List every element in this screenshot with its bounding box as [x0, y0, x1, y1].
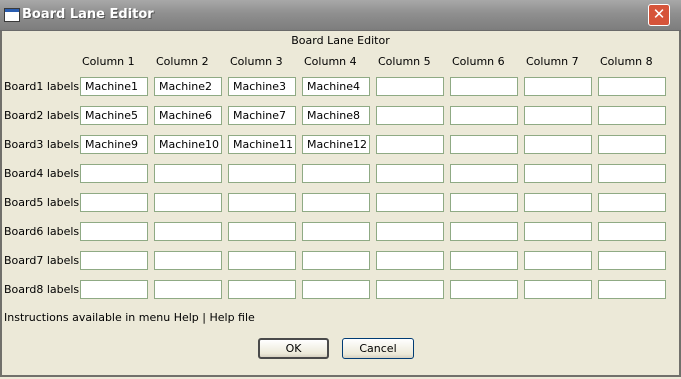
- board7-column3-field[interactable]: [228, 251, 296, 270]
- window-icon: [4, 8, 20, 22]
- row-label-board1: Board1 labels:: [4, 80, 83, 93]
- board1-column1-field[interactable]: Machine1: [80, 77, 148, 96]
- close-button[interactable]: ✕: [648, 4, 670, 26]
- board5-column1-field[interactable]: [80, 193, 148, 212]
- board8-column8-field[interactable]: [598, 280, 666, 299]
- board5-column4-field[interactable]: [302, 193, 370, 212]
- column-header-3: Column 3: [230, 55, 283, 68]
- board6-column7-field[interactable]: [524, 222, 592, 241]
- column-header-1: Column 1: [82, 55, 135, 68]
- board5-column2-field[interactable]: [154, 193, 222, 212]
- board6-column5-field[interactable]: [376, 222, 444, 241]
- row-label-board4: Board4 labels:: [4, 167, 83, 180]
- board4-column3-field[interactable]: [228, 164, 296, 183]
- ok-button[interactable]: OK: [258, 338, 329, 359]
- board4-column7-field[interactable]: [524, 164, 592, 183]
- board8-column3-field[interactable]: [228, 280, 296, 299]
- row-label-board2: Board2 labels:: [4, 109, 83, 122]
- board6-column2-field[interactable]: [154, 222, 222, 241]
- board1-column6-field[interactable]: [450, 77, 518, 96]
- board1-column3-field[interactable]: Machine3: [228, 77, 296, 96]
- board7-column6-field[interactable]: [450, 251, 518, 270]
- board3-column6-field[interactable]: [450, 135, 518, 154]
- board3-column5-field[interactable]: [376, 135, 444, 154]
- board2-column7-field[interactable]: [524, 106, 592, 125]
- board3-column1-field[interactable]: Machine9: [80, 135, 148, 154]
- board6-column6-field[interactable]: [450, 222, 518, 241]
- board7-column7-field[interactable]: [524, 251, 592, 270]
- board6-column4-field[interactable]: [302, 222, 370, 241]
- board5-column6-field[interactable]: [450, 193, 518, 212]
- board2-column6-field[interactable]: [450, 106, 518, 125]
- board3-column8-field[interactable]: [598, 135, 666, 154]
- board5-column5-field[interactable]: [376, 193, 444, 212]
- board7-column1-field[interactable]: [80, 251, 148, 270]
- board4-column8-field[interactable]: [598, 164, 666, 183]
- dialog-heading: Board Lane Editor: [291, 34, 390, 47]
- board8-column2-field[interactable]: [154, 280, 222, 299]
- board5-column7-field[interactable]: [524, 193, 592, 212]
- board8-column7-field[interactable]: [524, 280, 592, 299]
- row-label-board7: Board7 labels:: [4, 254, 83, 267]
- board1-column2-field[interactable]: Machine2: [154, 77, 222, 96]
- board3-column7-field[interactable]: [524, 135, 592, 154]
- column-header-7: Column 7: [526, 55, 579, 68]
- board2-column3-field[interactable]: Machine7: [228, 106, 296, 125]
- cancel-button[interactable]: Cancel: [342, 338, 414, 359]
- column-header-8: Column 8: [600, 55, 653, 68]
- row-label-board5: Board5 labels:: [4, 196, 83, 209]
- board1-column8-field[interactable]: [598, 77, 666, 96]
- board3-column4-field[interactable]: Machine12: [302, 135, 370, 154]
- board6-column1-field[interactable]: [80, 222, 148, 241]
- board4-column4-field[interactable]: [302, 164, 370, 183]
- board8-column4-field[interactable]: [302, 280, 370, 299]
- board3-column2-field[interactable]: Machine10: [154, 135, 222, 154]
- board3-column3-field[interactable]: Machine11: [228, 135, 296, 154]
- board4-column5-field[interactable]: [376, 164, 444, 183]
- column-header-4: Column 4: [304, 55, 357, 68]
- board7-column5-field[interactable]: [376, 251, 444, 270]
- instructions-text: Instructions available in menu Help | He…: [4, 311, 255, 324]
- board5-column8-field[interactable]: [598, 193, 666, 212]
- board8-column1-field[interactable]: [80, 280, 148, 299]
- board4-column6-field[interactable]: [450, 164, 518, 183]
- board6-column3-field[interactable]: [228, 222, 296, 241]
- board2-column1-field[interactable]: Machine5: [80, 106, 148, 125]
- board2-column5-field[interactable]: [376, 106, 444, 125]
- board7-column2-field[interactable]: [154, 251, 222, 270]
- window-title: Board Lane Editor: [22, 7, 154, 22]
- board1-column7-field[interactable]: [524, 77, 592, 96]
- board7-column8-field[interactable]: [598, 251, 666, 270]
- row-label-board8: Board8 labels:: [4, 283, 83, 296]
- board5-column3-field[interactable]: [228, 193, 296, 212]
- title-bar[interactable]: Board Lane Editor ✕: [0, 0, 681, 31]
- board2-column4-field[interactable]: Machine8: [302, 106, 370, 125]
- board4-column1-field[interactable]: [80, 164, 148, 183]
- board2-column8-field[interactable]: [598, 106, 666, 125]
- board8-column6-field[interactable]: [450, 280, 518, 299]
- column-header-6: Column 6: [452, 55, 505, 68]
- board1-column5-field[interactable]: [376, 77, 444, 96]
- board7-column4-field[interactable]: [302, 251, 370, 270]
- board8-column5-field[interactable]: [376, 280, 444, 299]
- board4-column2-field[interactable]: [154, 164, 222, 183]
- column-header-5: Column 5: [378, 55, 431, 68]
- board6-column8-field[interactable]: [598, 222, 666, 241]
- board1-column4-field[interactable]: Machine4: [302, 77, 370, 96]
- row-label-board6: Board6 labels:: [4, 225, 83, 238]
- column-header-2: Column 2: [156, 55, 209, 68]
- row-label-board3: Board3 labels:: [4, 138, 83, 151]
- board2-column2-field[interactable]: Machine6: [154, 106, 222, 125]
